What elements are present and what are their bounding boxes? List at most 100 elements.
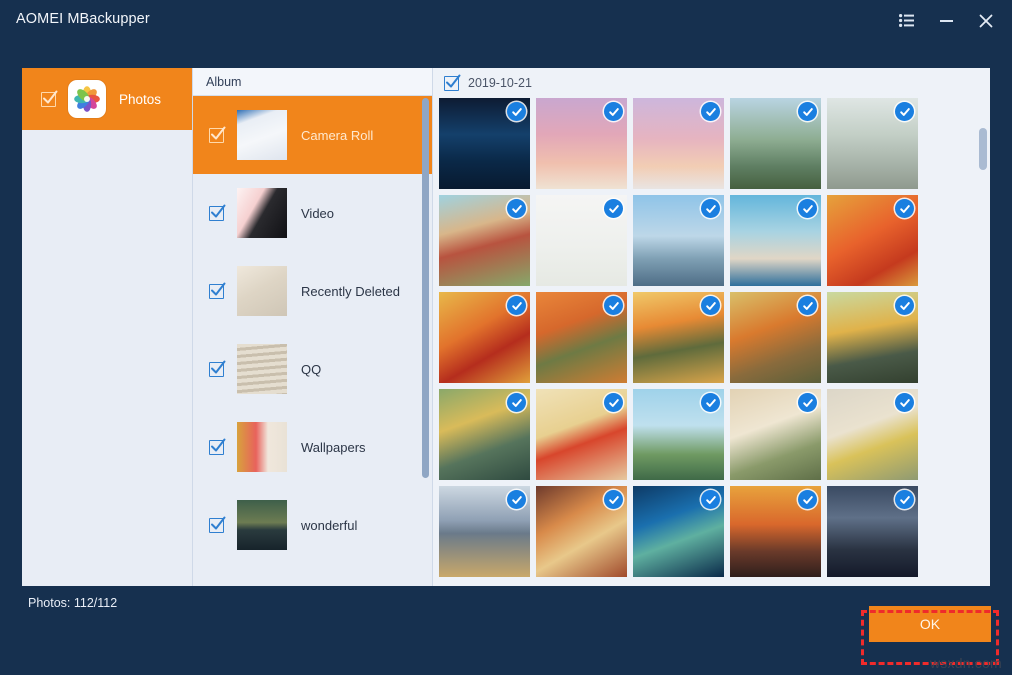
album-header-label: Album [206,75,241,89]
album-item-checkbox[interactable] [209,518,224,533]
main-content: Photos Album Camera Roll Video Recently De… [22,68,990,586]
photo-selected-badge[interactable] [701,393,720,412]
status-text: Photos: 112/112 [28,596,117,610]
photo-selected-badge[interactable] [507,296,526,315]
photo-thumbnail[interactable] [439,195,530,286]
photo-selected-badge[interactable] [798,199,817,218]
watermark: wsxdn.com [930,655,1002,671]
photo-thumbnail[interactable] [730,486,821,577]
album-item[interactable]: Wallpapers [193,408,433,486]
photo-selected-badge[interactable] [701,296,720,315]
photo-thumbnail[interactable] [536,389,627,480]
photo-selected-badge[interactable] [507,393,526,412]
title-bar: AOMEI MBackupper [0,0,1012,41]
photo-selected-badge[interactable] [895,199,914,218]
window-controls [886,0,1006,41]
photo-thumbnail[interactable] [439,389,530,480]
photo-thumbnail[interactable] [827,292,918,383]
photo-thumbnail[interactable] [536,195,627,286]
photo-thumbnail[interactable] [827,98,918,189]
photo-selected-badge[interactable] [604,393,623,412]
menu-button[interactable] [886,0,926,41]
photo-selected-badge[interactable] [895,296,914,315]
album-thumbnail [237,110,287,160]
album-item-checkbox[interactable] [209,206,224,221]
minimize-icon [940,20,953,22]
photo-grid[interactable] [439,98,985,577]
photo-thumbnail[interactable] [633,389,724,480]
photo-selected-badge[interactable] [604,102,623,121]
photo-thumbnail[interactable] [439,98,530,189]
photo-selected-badge[interactable] [798,102,817,121]
date-group-label: 2019-10-21 [468,76,532,90]
photo-selected-badge[interactable] [701,102,720,121]
photo-thumbnail[interactable] [536,486,627,577]
photos-checkbox[interactable] [41,92,56,107]
album-item-checkbox[interactable] [209,440,224,455]
photo-thumbnail[interactable] [536,292,627,383]
photo-thumbnail[interactable] [633,98,724,189]
photo-selected-badge[interactable] [507,199,526,218]
photo-selected-badge[interactable] [507,490,526,509]
minimize-button[interactable] [926,0,966,41]
photo-thumbnail[interactable] [730,292,821,383]
photo-selected-badge[interactable] [798,393,817,412]
photo-thumbnail[interactable] [827,195,918,286]
photo-selected-badge[interactable] [701,490,720,509]
sidebar-item-label: Photos [119,92,161,107]
album-item-label: Recently Deleted [301,284,400,299]
photo-thumbnail[interactable] [827,389,918,480]
album-panel: Album Camera Roll Video Recently Deleted QQ… [192,68,432,586]
close-button[interactable] [966,0,1006,41]
photo-thumbnail[interactable] [730,389,821,480]
album-thumbnail [237,188,287,238]
photo-selected-badge[interactable] [895,490,914,509]
photo-thumbnail[interactable] [730,98,821,189]
photo-selected-badge[interactable] [507,102,526,121]
sidebar-item-photos[interactable]: Photos [22,68,192,130]
app-window: AOMEI MBackupper [0,0,1012,675]
date-group-header[interactable]: 2019-10-21 [433,68,990,98]
album-item[interactable]: Camera Roll [193,96,433,174]
album-item[interactable]: Video [193,174,433,252]
album-list[interactable]: Camera Roll Video Recently Deleted QQ Wallpa… [193,96,433,586]
photo-selected-badge[interactable] [895,102,914,121]
ok-button[interactable]: OK [869,606,991,642]
album-thumbnail [237,500,287,550]
photo-selected-badge[interactable] [895,393,914,412]
photo-thumbnail[interactable] [827,486,918,577]
source-panel: Photos [22,68,192,586]
album-thumbnail [237,266,287,316]
album-item[interactable]: QQ [193,330,433,408]
photo-thumbnail[interactable] [730,195,821,286]
photo-selected-badge[interactable] [798,296,817,315]
photo-selected-badge[interactable] [604,490,623,509]
photo-thumbnail[interactable] [536,98,627,189]
photo-thumbnail[interactable] [633,195,724,286]
album-scrollbar[interactable] [422,98,429,478]
close-icon [979,14,993,28]
album-item-checkbox[interactable] [209,284,224,299]
list-icon [899,14,914,27]
photo-selected-badge[interactable] [798,490,817,509]
album-item[interactable]: wonderful [193,486,433,564]
date-group-checkbox[interactable] [444,76,459,91]
album-thumbnail [237,344,287,394]
photo-thumbnail[interactable] [439,292,530,383]
photo-selected-badge[interactable] [604,296,623,315]
album-header: Album [193,68,433,96]
photo-thumbnail[interactable] [439,486,530,577]
album-item[interactable]: Recently Deleted [193,252,433,330]
album-item-label: wonderful [301,518,357,533]
photo-selected-badge[interactable] [701,199,720,218]
ok-button-wrap: OK [869,606,991,642]
photo-panel: 2019-10-21 [432,68,990,586]
album-item-label: Wallpapers [301,440,366,455]
album-item-label: Camera Roll [301,128,373,143]
photo-selected-badge[interactable] [604,199,623,218]
album-item-checkbox[interactable] [209,362,224,377]
photo-thumbnail[interactable] [633,292,724,383]
album-item-checkbox[interactable] [209,128,224,143]
photo-thumbnail[interactable] [633,486,724,577]
photo-scrollbar[interactable] [979,128,987,170]
